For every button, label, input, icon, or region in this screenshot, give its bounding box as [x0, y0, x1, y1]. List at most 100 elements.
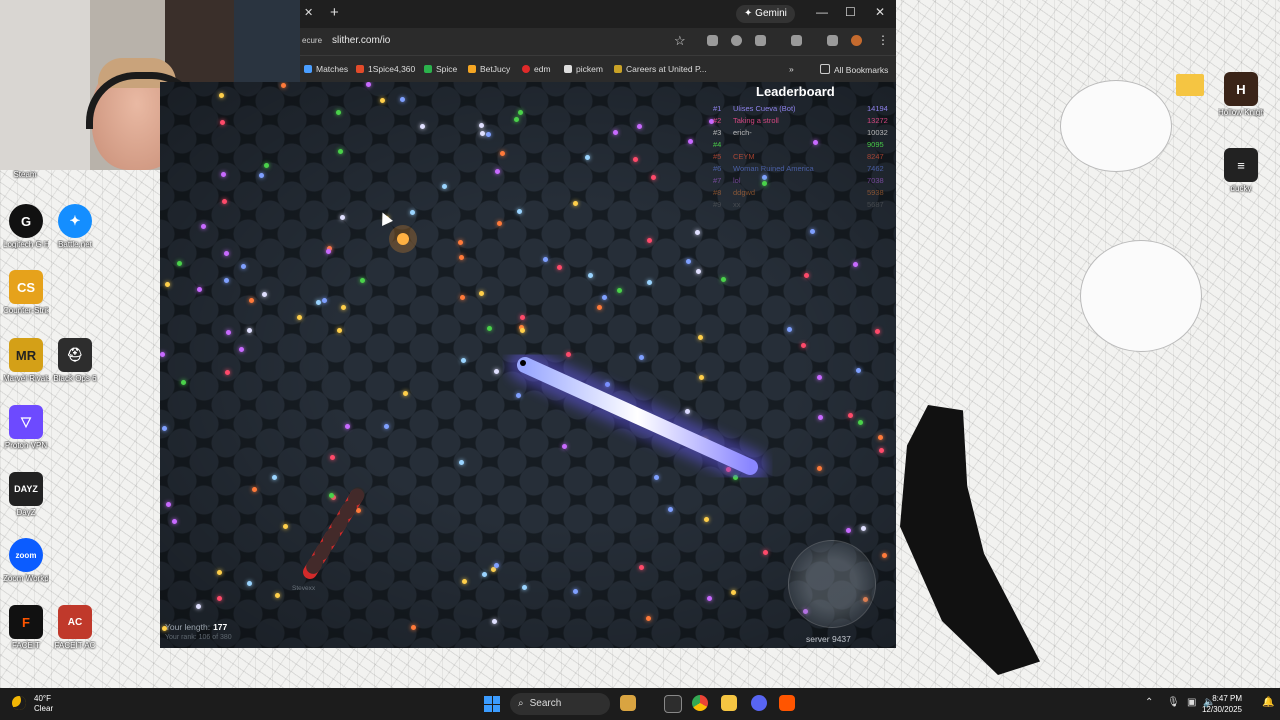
desktop-icon-label: Zoom Workplace	[3, 574, 49, 583]
server-label: server 9437	[806, 634, 851, 644]
menu-dots-icon[interactable]: ⋮	[877, 33, 889, 47]
bookmark-pickem[interactable]: pickem	[564, 64, 603, 74]
bookmark-label: BetJucy	[480, 64, 511, 74]
leaderboard-name: Ulises Cueva (Bot)	[733, 104, 796, 113]
bookmark-spice[interactable]: Spice	[424, 64, 457, 74]
windows-start-icon[interactable]	[484, 696, 500, 712]
notification-bell-icon[interactable]: 🔔	[1262, 697, 1274, 708]
your-length: Your length: 177	[165, 622, 227, 632]
desktop-icon-logitech[interactable]: G Logitech G HUB	[3, 204, 49, 249]
maximize-icon[interactable]: ☐	[845, 5, 856, 19]
red-snake-stripes	[303, 487, 365, 579]
address-bar: ecure slither.com/io ☆ ⋮	[300, 28, 896, 55]
slither-game-canvas[interactable]: Stevexx Leaderboard #1 Ulises Cueva (Bot)…	[160, 82, 896, 648]
search-label: Search	[529, 698, 562, 709]
desktop-icon-faceit[interactable]: F FACEIT	[3, 605, 49, 650]
search-icon: ⌕	[518, 698, 524, 709]
close-window-icon[interactable]: ✕	[875, 5, 885, 19]
bookmark-1spice[interactable]: 1Spice4,360	[356, 64, 415, 74]
extension-icon[interactable]	[731, 35, 742, 46]
desktop-icon-label: Hollow Knight	[1218, 108, 1264, 117]
all-bookmarks-button[interactable]: All Bookmarks	[820, 64, 888, 75]
network-icon[interactable]: ▣	[1187, 697, 1196, 708]
weather-widget[interactable]: 40°F Clear	[34, 694, 53, 714]
bookmark-edm[interactable]: edm	[522, 64, 551, 74]
faceit-taskbar-icon[interactable]	[779, 695, 795, 711]
clock[interactable]: 8:47 PM 12/30/2025	[1200, 693, 1242, 715]
your-length-label: Your length:	[165, 622, 211, 632]
bookmark-label: Spice	[436, 64, 458, 74]
minimap	[788, 540, 876, 628]
glowing-pellet-orange-halo	[389, 225, 417, 253]
bookmark-betjucy[interactable]: BetJucy	[468, 64, 510, 74]
proton-vpn-icon: ▽	[9, 405, 43, 439]
folder-icon[interactable]	[721, 695, 737, 711]
desktop-icon-marvel-rivals[interactable]: MR Marvel Rivals	[3, 338, 49, 383]
folder-icon[interactable]	[1176, 74, 1204, 96]
leaderboard-score: 7038	[867, 176, 884, 185]
discord-icon[interactable]	[751, 695, 767, 711]
secure-label: ecure	[302, 36, 323, 45]
desktop-icon-label: ducky	[1230, 184, 1252, 193]
leaderboard-name: Woman Ruined America	[733, 164, 814, 173]
wallpaper-figure	[900, 405, 1040, 675]
extensions-puzzle-icon[interactable]	[755, 35, 766, 46]
zoom-icon: zoom	[9, 538, 43, 572]
file-explorer-icon[interactable]	[620, 695, 636, 711]
profile-avatar-icon[interactable]	[851, 35, 862, 46]
bookmark-careers[interactable]: Careers at United P...	[614, 64, 707, 74]
desktop-icon-steam[interactable]: Steam	[2, 168, 48, 179]
weather-condition: Clear	[34, 704, 54, 713]
bookmarks-overflow-icon[interactable]: »	[789, 64, 794, 74]
tray-overflow-icon[interactable]: ⌃	[1145, 697, 1153, 708]
leaderboard-name: erich-	[733, 128, 752, 137]
task-view-icon[interactable]	[664, 695, 682, 713]
logitech-g-icon: G	[9, 204, 43, 238]
desktop-icon-hollow-knight[interactable]: H Hollow Knight	[1218, 72, 1264, 117]
desktop-icon-proton-vpn[interactable]: ▽ Proton VPN	[3, 405, 49, 450]
leaderboard-rank: #3	[713, 128, 722, 137]
cast-icon[interactable]	[791, 35, 802, 46]
leaderboard-name: ddgwd	[733, 188, 756, 197]
desktop-icon-label: Battle.net	[58, 240, 92, 249]
moon-weather-icon[interactable]	[12, 696, 26, 710]
desktop-icon-faceit-ac[interactable]: AC FACEIT AC	[52, 605, 98, 650]
chrome-icon[interactable]	[692, 695, 708, 711]
desktop-icon-label: Black Ops 6	[53, 374, 97, 383]
bookmark-label: pickem	[576, 64, 603, 74]
tab-close-icon[interactable]: ✕	[304, 6, 313, 19]
microphone-icon[interactable]: 🎙	[1167, 697, 1180, 708]
desktop-icon-label: DayZ	[16, 508, 36, 517]
desktop-icon-ducky[interactable]: ≡ ducky	[1218, 148, 1264, 193]
leaderboard-score: 14194	[867, 104, 888, 113]
url-field[interactable]: slither.com/io	[332, 35, 390, 46]
new-tab-button[interactable]: +	[330, 4, 339, 21]
battlenet-icon: ✦	[58, 204, 92, 238]
leaderboard-rank: #1	[713, 104, 722, 113]
desktop-icon-battlenet[interactable]: ✦ Battle.net	[52, 204, 98, 249]
your-rank: Your rank: 106 of 380	[165, 634, 232, 641]
desktop-icon-counter-strike[interactable]: CS Counter-Strike 2	[3, 270, 49, 315]
leaderboard-name: xx	[733, 200, 741, 209]
desktop-icon-label: Proton VPN	[4, 441, 48, 450]
game-icon: H	[1224, 72, 1258, 106]
media-icon[interactable]	[827, 35, 838, 46]
faceit-ac-icon: AC	[58, 605, 92, 639]
bookmark-star-icon[interactable]: ☆	[674, 33, 686, 49]
gemini-button[interactable]: ✦ Gemini	[736, 5, 795, 23]
dayz-icon: DAYZ	[9, 472, 43, 506]
extension-icon[interactable]	[707, 35, 718, 46]
taskbar-search[interactable]: ⌕ Search	[510, 693, 610, 715]
gemini-label: Gemini	[755, 8, 787, 19]
leaderboard-score: 13272	[867, 116, 888, 125]
minimize-icon[interactable]: —	[816, 5, 828, 19]
desktop-icon-label: FACEIT AC	[54, 641, 96, 650]
desktop-icon-zoom[interactable]: zoom Zoom Workplace	[3, 538, 49, 583]
desktop-icon-dayz[interactable]: DAYZ DayZ	[3, 472, 49, 517]
ducky-icon: ≡	[1224, 148, 1258, 182]
faceit-icon: F	[9, 605, 43, 639]
desktop-icon-black-ops[interactable]: ⛑ Black Ops 6	[52, 338, 98, 383]
desktop-icon-label: Counter-Strike 2	[3, 306, 49, 315]
temperature: 40°F	[34, 694, 51, 703]
bookmark-matches[interactable]: Matches	[304, 64, 348, 74]
